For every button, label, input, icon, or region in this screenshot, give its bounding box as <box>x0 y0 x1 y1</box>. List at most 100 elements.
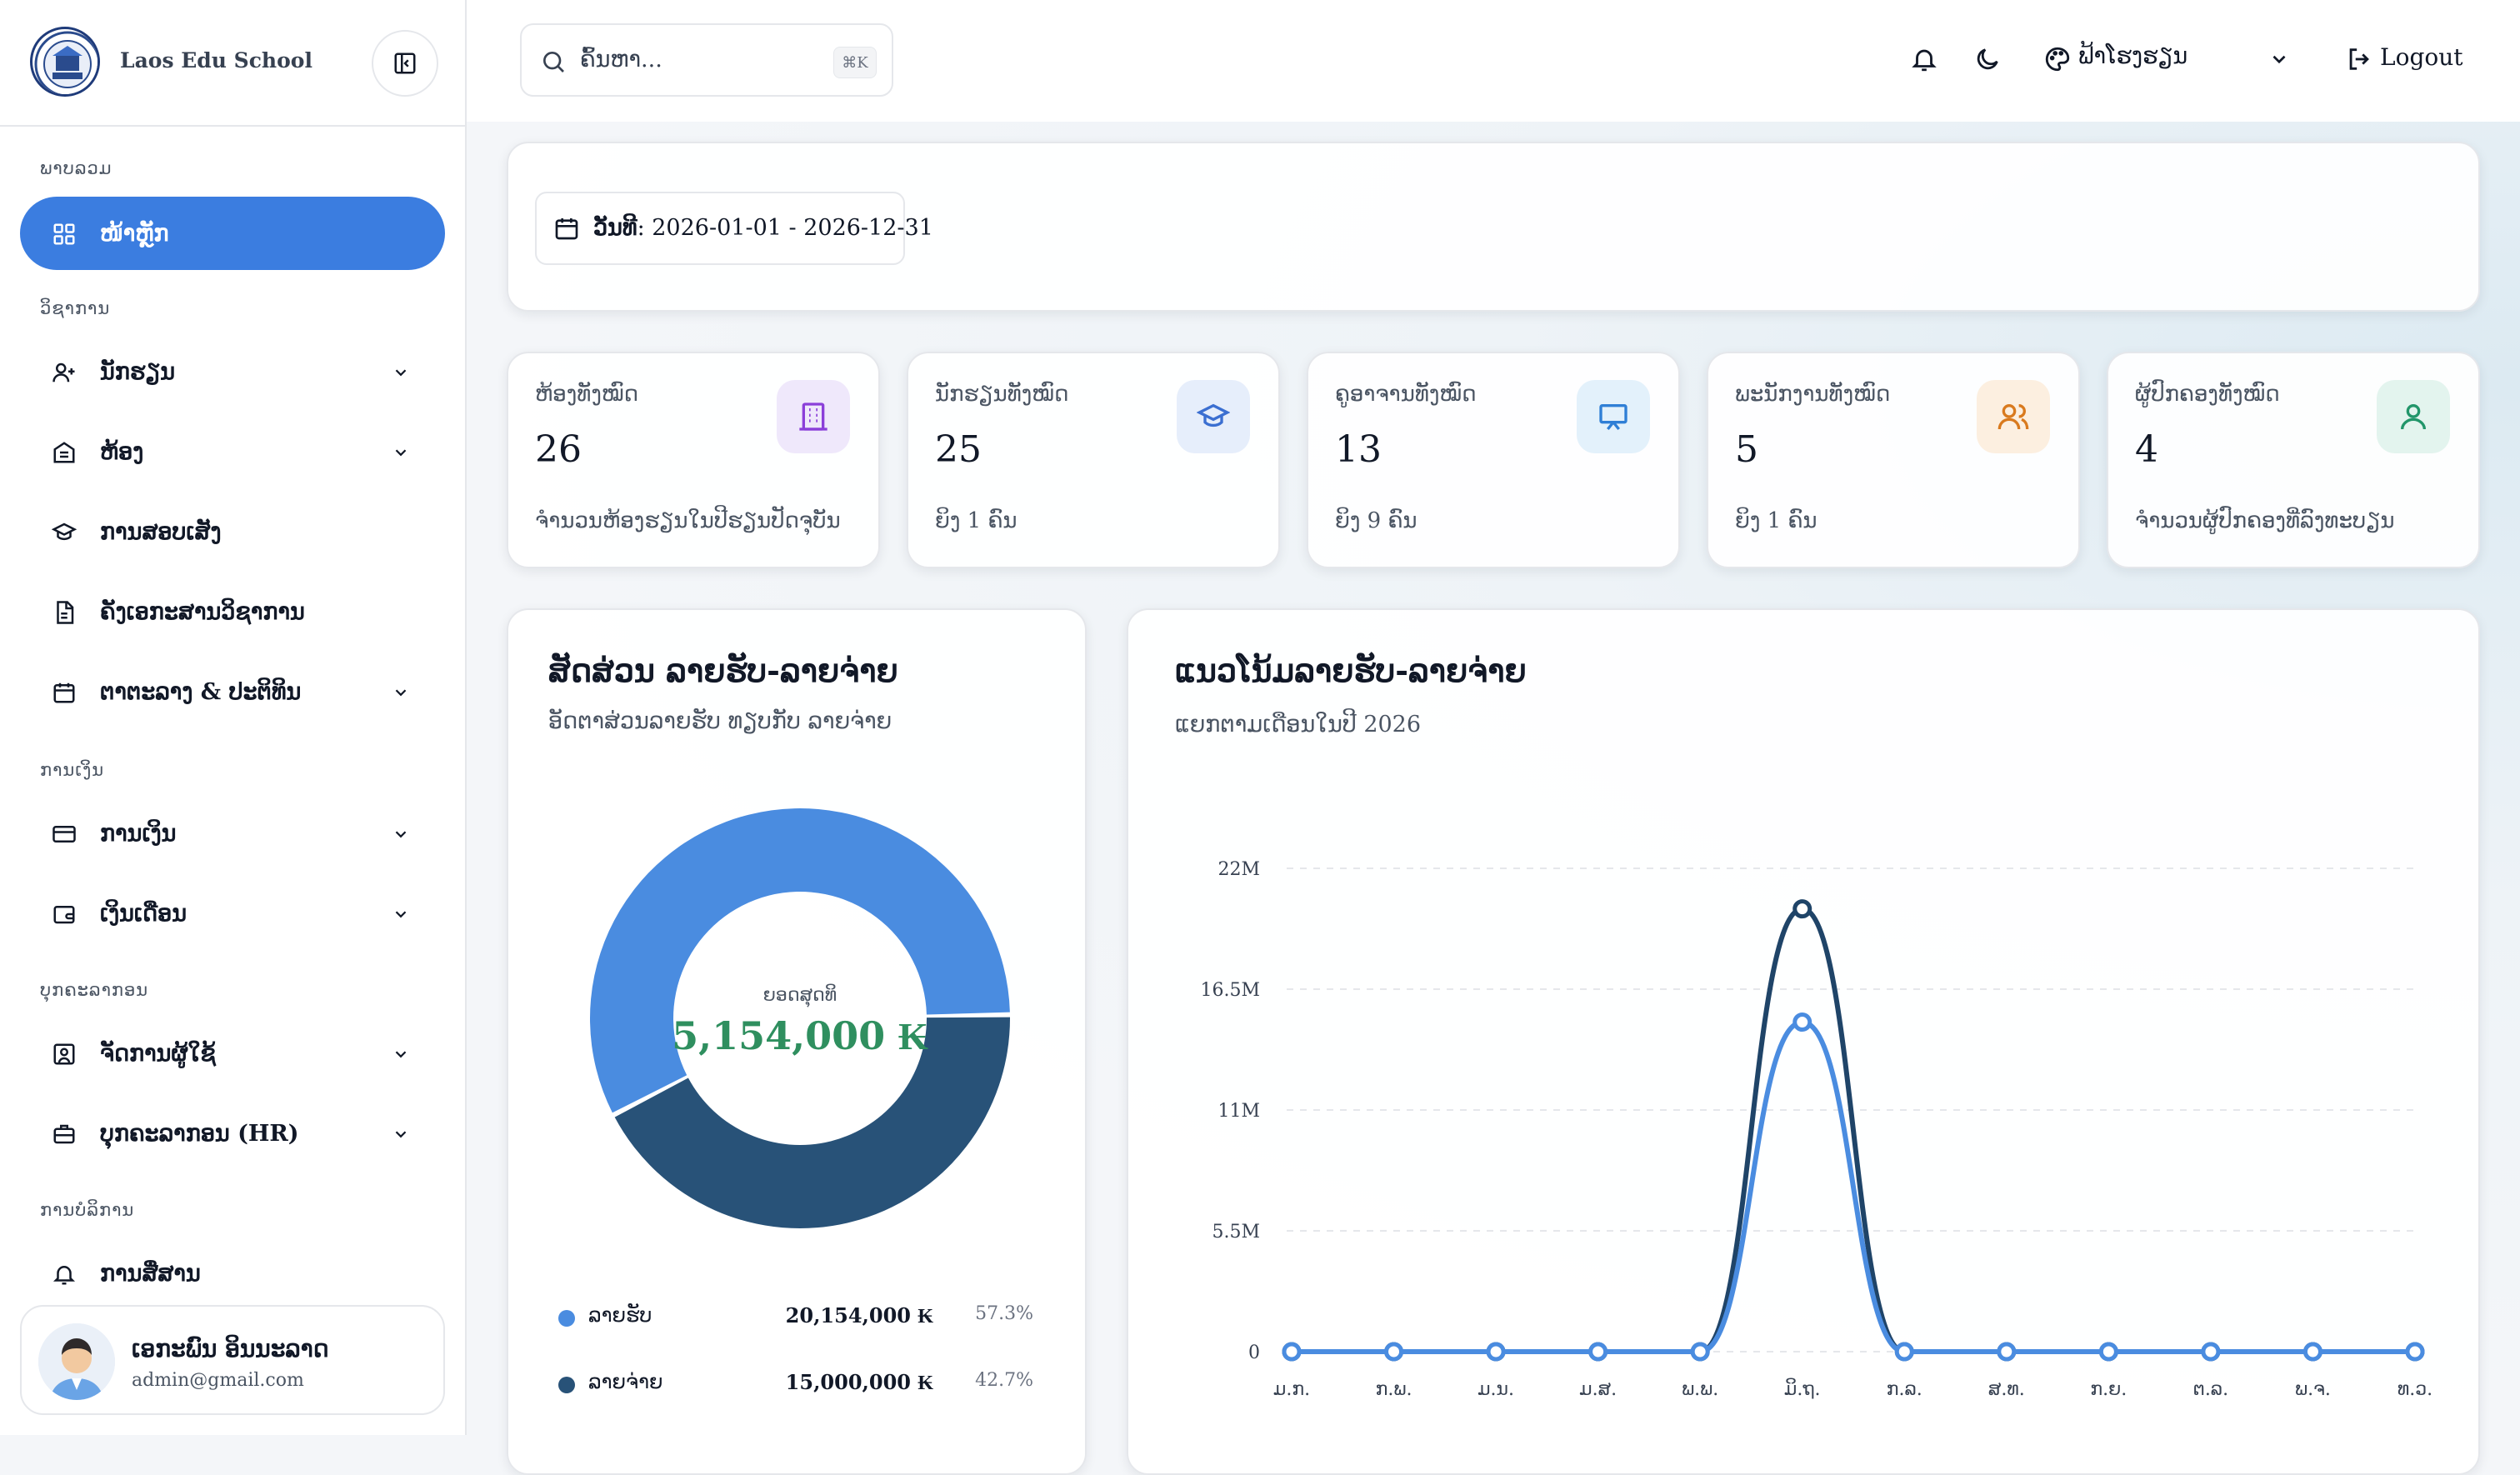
sidebar-header: Laos Edu School <box>0 0 465 127</box>
chevron-down-icon <box>395 1051 407 1058</box>
sidebar-nav: ພາບລວມ ໜ້າຫຼັກ ວິຊາການ ນັກຮຽນ ຫ້ອງ ການສອ… <box>0 127 465 1303</box>
top-bar: ຄົ້ນຫາ... ⌘K ຟ້າໂຮງຮຽນ Logout <box>467 0 2520 122</box>
date-range-picker[interactable]: ວັນທີ: 2026-01-01 - 2026-12-31 <box>535 192 933 265</box>
stat-card-teachers: ຄູອາຈານທັງໝົດ 13 ຍິງ 9 ຄົນ <box>1307 352 1680 568</box>
series-point-1[interactable] <box>2405 1342 2425 1362</box>
stat-card-parents: ຜູ້ປົກຄອງທັງໝົດ 4 ຈຳນວນຜູ້ປົກຄອງທີ່ລົງທະ… <box>2107 352 2480 568</box>
y-tick-label: 16.5M <box>1200 980 1260 1001</box>
x-tick-label: ພ.ຈ. <box>2295 1379 2331 1400</box>
sidebar-item-home[interactable]: ໜ້າຫຼັກ <box>20 197 445 270</box>
legend-name: ລາຍຈ່າຍ <box>588 1370 663 1393</box>
series-point-1[interactable] <box>2302 1342 2322 1362</box>
stat-label: ຜູ້ປົກຄອງທັງໝົດ <box>2135 382 2280 407</box>
search-placeholder: ຄົ້ນຫາ... <box>580 47 662 72</box>
search-shortcut: ⌘K <box>833 47 877 78</box>
stat-value: 4 <box>2135 428 2158 471</box>
sidebar-item-schedule[interactable]: ຕາຕະລາງ & ປະຕິທິນ <box>20 655 445 728</box>
series-point-1[interactable] <box>1384 1342 1404 1362</box>
calendar-icon <box>555 218 578 240</box>
series-point-1[interactable] <box>1997 1342 2017 1362</box>
sidebar-item-label: ນັກຮຽນ <box>100 358 176 385</box>
stat-value: 13 <box>1335 428 1382 471</box>
x-tick-label: ມ.ກ. <box>1273 1379 1310 1400</box>
sidebar-item-salary[interactable]: ເງິນເດືອນ <box>20 877 445 950</box>
sidebar-item-academic-docs[interactable]: ຄັງເອກະສານວິຊາການ <box>20 575 445 648</box>
sidebar-item-label: ຕາຕະລາງ & ປະຕິທິນ <box>100 678 302 705</box>
sidebar-item-label: ຈັດການຜູ້ໃຊ້ <box>100 1040 216 1067</box>
calendar-icon <box>53 682 75 703</box>
avatar <box>38 1323 115 1400</box>
income-expense-ratio-card: ສັດສ່ວນ ລາຍຮັບ-ລາຍຈ່າຍ ອັດຕາສ່ວນລາຍຮັບ ທ… <box>507 608 1087 1475</box>
series-line-1 <box>1292 1019 2415 1355</box>
stat-subtext: ຈຳນວນຫ້ອງຮຽນໃນປີຮຽນປັດຈຸບັນ <box>535 508 841 533</box>
chevron-down-icon <box>395 369 407 377</box>
user-icon <box>2377 380 2450 453</box>
stat-card-students: ນັກຮຽນທັງໝົດ 25 ຍິງ 1 ຄົນ <box>907 352 1280 568</box>
donut-center-label: ຍອດສຸດທິ <box>762 985 838 1006</box>
legend-percent: 42.7% <box>975 1370 1033 1391</box>
sidebar-item-finance[interactable]: ການເງິນ <box>20 797 445 870</box>
chevron-down-icon <box>2272 55 2286 64</box>
stat-subtext: ຈຳນວນຜູ້ປົກຄອງທີ່ລົງທະບຽນ <box>2135 508 2395 533</box>
series-point-1[interactable] <box>1792 1012 1812 1032</box>
stat-card-rooms: ຫ້ອງທັງໝົດ 26 ຈຳນວນຫ້ອງຮຽນໃນປີຮຽນປັດຈຸບັ… <box>507 352 880 568</box>
file-icon <box>57 601 74 624</box>
stat-value: 5 <box>1735 428 1758 471</box>
series-point-1[interactable] <box>1690 1342 1710 1362</box>
x-tick-label: ມິ.ຖ. <box>1784 1378 1821 1400</box>
series-point-1[interactable] <box>1486 1342 1506 1362</box>
chart-title: ແນວໂນ້ມລາຍຮັບ-ລາຍຈ່າຍ <box>1175 652 1527 689</box>
sidebar-item-label: ໜ້າຫຼັກ <box>100 220 169 247</box>
stat-label: ຫ້ອງທັງໝົດ <box>535 382 639 407</box>
chevron-down-icon <box>395 911 407 918</box>
sidebar-item-hr[interactable]: ບຸກຄະລາກອນ (HR) <box>20 1097 445 1170</box>
graduation-cap-icon <box>1177 380 1250 453</box>
legend-dot <box>558 1377 575 1393</box>
stat-label: ຄູອາຈານທັງໝົດ <box>1335 382 1477 407</box>
x-tick-label: ຕ.ລ. <box>2193 1379 2228 1400</box>
user-name: ເອກະພົນ ອິນນະລາດ <box>132 1335 329 1362</box>
building-icon <box>53 442 75 463</box>
date-range-value: 2026-01-01 - 2026-12-31 <box>652 215 933 241</box>
app-name: Laos Edu School <box>120 48 312 72</box>
grid-icon <box>53 223 75 245</box>
series-point-1[interactable] <box>1894 1342 1914 1362</box>
sidebar-item-user-management[interactable]: ຈັດການຜູ້ໃຊ້ <box>20 1017 445 1090</box>
sidebar: Laos Edu School ພາບລວມ ໜ້າຫຼັກ ວິຊາການ ນ… <box>0 0 467 1435</box>
sidebar-item-exams[interactable]: ການສອບເສັງ <box>20 495 445 568</box>
chart-subtitle: ອັດຕາສ່ວນລາຍຮັບ ທຽບກັບ ລາຍຈ່າຍ <box>548 708 892 734</box>
stat-subtext: ຍິງ 1 ຄົນ <box>1735 508 1818 533</box>
x-tick-label: ກ.ຍ. <box>2090 1379 2127 1400</box>
series-point-1[interactable] <box>1282 1342 1302 1362</box>
sidebar-item-label: ບຸກຄະລາກອນ (HR) <box>100 1120 299 1147</box>
chevron-down-icon <box>395 689 407 697</box>
sidebar-collapse-button[interactable] <box>372 30 438 97</box>
stat-subtext: ຍິງ 1 ຄົນ <box>935 508 1018 533</box>
bell-icon[interactable] <box>1910 45 1938 73</box>
y-tick-label: 5.5M <box>1212 1222 1260 1242</box>
sidebar-item-rooms[interactable]: ຫ້ອງ <box>20 415 445 488</box>
chevron-down-icon <box>395 1131 407 1138</box>
y-tick-label: 22M <box>1218 859 1260 880</box>
legend-amount: 20,154,000 ₭ <box>785 1303 933 1328</box>
sidebar-item-students[interactable]: ນັກຮຽນ <box>20 335 445 408</box>
palette-icon <box>2045 47 2070 72</box>
search-input[interactable]: ຄົ້ນຫາ... ⌘K <box>520 23 893 97</box>
series-point-1[interactable] <box>2098 1342 2118 1362</box>
building-icon <box>777 380 850 453</box>
search-icon <box>543 52 564 72</box>
date-label: ວັນທີ <box>593 215 638 241</box>
sidebar-item-communication[interactable]: ການສື່ສານ <box>20 1237 445 1303</box>
date-range-text: ວັນທີ: 2026-01-01 - 2026-12-31 <box>593 215 933 241</box>
bell-ring-icon <box>52 1266 76 1285</box>
moon-icon[interactable] <box>1973 45 2002 73</box>
user-email: admin@gmail.com <box>132 1370 304 1391</box>
series-point-1[interactable] <box>2201 1342 2221 1362</box>
section-label-finance: ການເງິນ <box>40 760 105 780</box>
series-point-1[interactable] <box>1588 1342 1608 1362</box>
sidebar-item-label: ຄັງເອກະສານວິຊາການ <box>100 598 305 625</box>
sidebar-item-label: ເງິນເດືອນ <box>100 900 188 927</box>
section-label-services: ການບໍລິການ <box>40 1200 135 1220</box>
user-profile-card[interactable]: ເອກະພົນ ອິນນະລາດ admin@gmail.com <box>20 1305 445 1415</box>
series-point-0[interactable] <box>1792 899 1812 919</box>
